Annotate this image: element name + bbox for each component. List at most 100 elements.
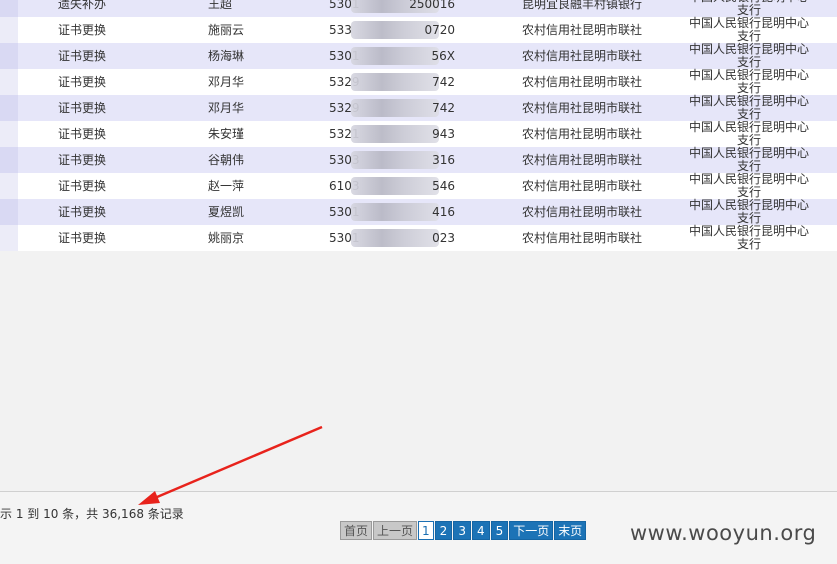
cell-type: 遗失补办 [58, 0, 107, 11]
cell-name: 姚丽京 [208, 231, 245, 245]
id-redaction-blur [351, 73, 439, 91]
id-suffix: 742 [432, 75, 455, 89]
cell-id-number: 5301 56X [329, 43, 464, 69]
cell-bank: 中国人民银行昆明中心支行 [688, 16, 809, 43]
page-2-button[interactable]: 2 [434, 521, 453, 540]
cell-id-number: 5303 316 [329, 147, 464, 173]
pagination: 首页 上一页 1 2 3 4 5 下一页 末页 [340, 521, 587, 540]
cell-name: 朱安瑾 [208, 127, 245, 141]
cell-organization: 昆明宜良融丰村镇银行 [522, 0, 643, 11]
table-row: 证书更换 赵一萍 6103 546 农村信用社昆明市联社 中国人民银行昆明中心支行 [0, 173, 837, 199]
id-suffix: 316 [432, 153, 455, 167]
cell-type: 证书更换 [58, 49, 107, 63]
id-redaction-blur [351, 125, 439, 143]
page-4-button[interactable]: 4 [471, 521, 490, 540]
cell-organization: 农村信用社昆明市联社 [522, 127, 643, 141]
cell-bank: 中国人民银行昆明中心支行 [688, 68, 809, 95]
cell-bank: 中国人民银行昆明中心支行 [689, 0, 809, 17]
table-row: 遗失补办 王超 5301250016 昆明宜良融丰村镇银行 中国人民银行昆明中心支行 [0, 0, 837, 17]
row-strip [0, 225, 18, 251]
cell-organization: 农村信用社昆明市联社 [522, 205, 643, 219]
row-strip [0, 121, 18, 147]
page-1-button[interactable]: 1 [418, 521, 434, 540]
table-row: 证书更换 夏煜凯 5301 416 农村信用社昆明市联社 中国人民银行昆明中心支行 [0, 199, 837, 225]
page-3-button[interactable]: 3 [453, 521, 471, 540]
id-suffix: 250016 [409, 0, 455, 11]
cell-name: 邓月华 [208, 75, 245, 89]
cell-id-number: 5329 742 [329, 95, 464, 121]
cell-type: 证书更换 [58, 205, 107, 219]
prev-page-button[interactable]: 上一页 [373, 521, 418, 540]
last-page-button[interactable]: 末页 [554, 521, 587, 540]
cell-name: 邓月华 [208, 101, 245, 115]
id-suffix: 943 [432, 127, 455, 141]
cell-type: 证书更换 [58, 75, 107, 89]
row-strip [0, 199, 18, 225]
row-strip [0, 147, 18, 173]
cell-id-number: 5301 416 [329, 199, 464, 225]
table-row: 证书更换 姚丽京 5301 023 农村信用社昆明市联社 中国人民银行昆明中心支行 [0, 225, 837, 251]
cell-bank: 中国人民银行昆明中心支行 [688, 172, 809, 199]
id-prefix: 533 [329, 23, 352, 37]
cell-bank: 中国人民银行昆明中心支行 [688, 198, 809, 225]
id-redaction-blur [351, 177, 439, 195]
cell-name: 夏煜凯 [208, 205, 245, 219]
id-suffix: 742 [432, 101, 455, 115]
cell-name: 施丽云 [208, 23, 245, 37]
cell-organization: 农村信用社昆明市联社 [522, 153, 643, 167]
cell-id-number: 5301 023 [329, 225, 464, 251]
table-row: 证书更换 施丽云 533 0720 农村信用社昆明市联社 中国人民银行昆明中心支行 [0, 17, 837, 43]
id-redaction-blur [351, 151, 439, 169]
page-5-button[interactable]: 5 [490, 521, 509, 540]
row-strip [0, 95, 18, 121]
id-redaction-blur [351, 229, 439, 247]
id-suffix: 416 [432, 205, 455, 219]
table-row: 证书更换 邓月华 5329 742 农村信用社昆明市联社 中国人民银行昆明中心支行 [0, 69, 837, 95]
table-row: 证书更换 朱安瑾 5321 943 农村信用社昆明市联社 中国人民银行昆明中心支行 [0, 121, 837, 147]
next-page-button[interactable]: 下一页 [509, 521, 554, 540]
id-suffix: 56X [431, 49, 456, 63]
cell-bank: 中国人民银行昆明中心支行 [688, 120, 809, 147]
id-suffix: 546 [432, 179, 455, 193]
cell-organization: 农村信用社昆明市联社 [522, 101, 643, 115]
id-redaction-blur [351, 47, 439, 65]
id-suffix: 023 [432, 231, 455, 245]
cell-id-number: 6103 546 [329, 173, 464, 199]
watermark-text: www.wooyun.org [630, 521, 817, 545]
cell-name: 赵一萍 [208, 179, 245, 193]
row-strip [0, 173, 18, 199]
id-suffix: 0720 [424, 23, 455, 37]
id-redaction-blur [351, 203, 439, 221]
cell-bank: 中国人民银行昆明中心支行 [688, 94, 809, 121]
table-row: 证书更换 邓月华 5329 742 农村信用社昆明市联社 中国人民银行昆明中心支行 [0, 95, 837, 121]
table-row: 证书更换 谷朝伟 5303 316 农村信用社昆明市联社 中国人民银行昆明中心支行 [0, 147, 837, 173]
cell-id-number: 533 0720 [329, 17, 464, 43]
row-strip [0, 43, 18, 69]
cell-type: 证书更换 [58, 127, 107, 141]
cell-type: 证书更换 [58, 153, 107, 167]
cell-type: 证书更换 [58, 231, 107, 245]
cell-bank: 中国人民银行昆明中心支行 [688, 146, 809, 173]
empty-content-area [0, 251, 837, 491]
first-page-button[interactable]: 首页 [340, 521, 373, 540]
cell-type: 证书更换 [58, 179, 107, 193]
cell-id-number: 5301 250016 [329, 0, 464, 17]
cell-type: 证书更换 [58, 101, 107, 115]
cell-id-number: 5321 943 [329, 121, 464, 147]
cell-name: 王超 [208, 0, 233, 11]
id-redaction-blur [351, 99, 439, 117]
row-strip [0, 69, 18, 95]
cell-organization: 农村信用社昆明市联社 [522, 49, 643, 63]
row-strip [0, 17, 18, 43]
cell-name: 谷朝伟 [208, 153, 245, 167]
cell-organization: 农村信用社昆明市联社 [522, 231, 643, 245]
cell-bank: 中国人民银行昆明中心支行 [688, 42, 809, 69]
cell-name: 杨海琳 [208, 49, 245, 63]
record-count-text: 示 1 到 10 条，共 36,168 条记录 [0, 507, 184, 521]
cell-organization: 农村信用社昆明市联社 [522, 179, 643, 193]
cell-bank: 中国人民银行昆明中心支行 [688, 224, 809, 251]
cell-organization: 农村信用社昆明市联社 [522, 23, 643, 37]
cell-organization: 农村信用社昆明市联社 [522, 75, 643, 89]
cell-id-number: 5329 742 [329, 69, 464, 95]
record-table: 遗失补办王超5301250016昆明宜良融丰村镇银行中国人民银行昆明中心支行证书… [0, 0, 837, 251]
